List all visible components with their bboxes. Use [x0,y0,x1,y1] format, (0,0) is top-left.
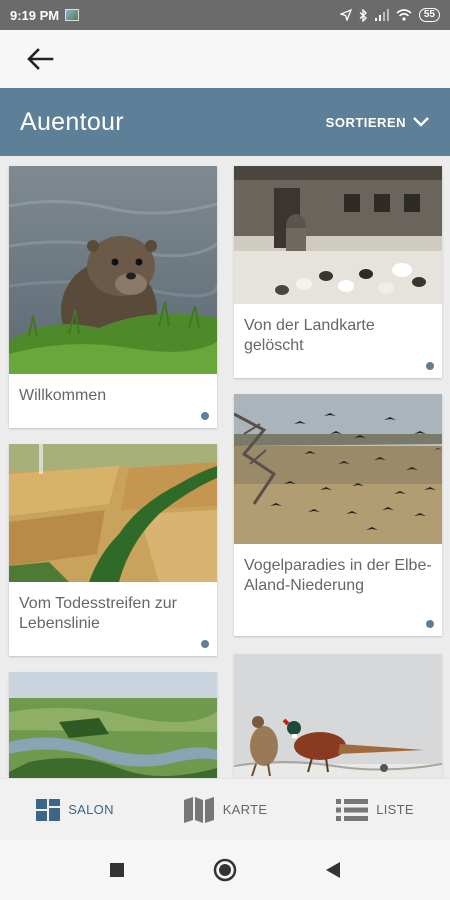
sort-label: SORTIEREN [325,114,406,130]
circle-icon [213,858,237,882]
card-title: Vogelparadies in der Elbe-Aland-Niederun… [244,557,432,594]
bottom-nav: SALON KARTE LISTE [0,778,450,840]
tour-card-river[interactable] [9,672,217,778]
status-bar: 9:19 PM 55 [0,0,450,30]
nav-salon[interactable]: SALON [0,798,150,821]
birds-image [234,394,442,544]
unread-dot [201,640,209,648]
map-icon [183,796,214,823]
back-arrow-icon [27,48,54,70]
home-button[interactable] [205,850,245,890]
tour-card-todesstreifen[interactable]: Vom Todesstreifen zur Lebenslinie [9,444,217,656]
status-icons: 55 [339,8,440,22]
sort-button[interactable]: SORTIEREN [326,115,430,130]
card-title: Von der Landkarte gelöscht [244,317,375,354]
nav-karte[interactable]: KARTE [150,796,300,823]
card-title: Vom Todesstreifen zur Lebenslinie [19,595,178,632]
card-caption: Vom Todesstreifen zur Lebenslinie [9,582,217,656]
nav-liste[interactable]: LISTE [300,798,450,821]
chevron-down-icon [413,117,429,127]
signal-icon [374,9,389,21]
tour-card-willkommen[interactable]: Willkommen [9,166,217,428]
unread-dot [426,620,434,628]
farmhouse-image [234,166,442,304]
nav-salon-label: SALON [68,802,114,817]
nav-liste-label: LISTE [376,802,414,817]
tour-card-pheasants[interactable] [234,654,442,778]
card-title: Willkommen [19,387,107,404]
status-time: 9:19 PM [10,7,60,23]
bluetooth-icon [359,8,367,22]
card-caption: Von der Landkarte gelöscht [234,304,442,378]
tour-card-landkarte[interactable]: Von der Landkarte gelöscht [234,166,442,378]
otter-image [9,166,217,374]
location-icon [339,9,352,21]
tour-grid: Willkommen Von der Landkarte gelöscht Vo… [0,156,450,778]
gallery-notification-icon [65,9,80,21]
battery-indicator: 55 [418,8,440,22]
page-title: Auentour [20,107,124,136]
app-bar [0,30,450,88]
system-nav-bar [0,840,450,900]
grid-icon [36,798,61,821]
unread-dot [426,362,434,370]
system-back-button[interactable] [313,850,353,890]
unread-dot [201,412,209,420]
card-caption: Vogelparadies in der Elbe-Aland-Niederun… [234,544,442,636]
tour-card-vogelparadies[interactable]: Vogelparadies in der Elbe-Aland-Niederun… [234,394,442,636]
back-button[interactable] [22,44,58,74]
triangle-back-icon [326,862,340,878]
card-caption: Willkommen [9,374,217,428]
pheasants-image [234,654,442,778]
river-landscape-image [9,672,217,778]
square-icon [110,863,124,877]
aerial-fields-image [9,444,217,582]
nav-karte-label: KARTE [222,802,268,817]
title-bar: Auentour SORTIEREN [0,88,450,156]
recents-button[interactable] [97,850,137,890]
list-icon [336,798,369,821]
wifi-icon [396,9,412,21]
